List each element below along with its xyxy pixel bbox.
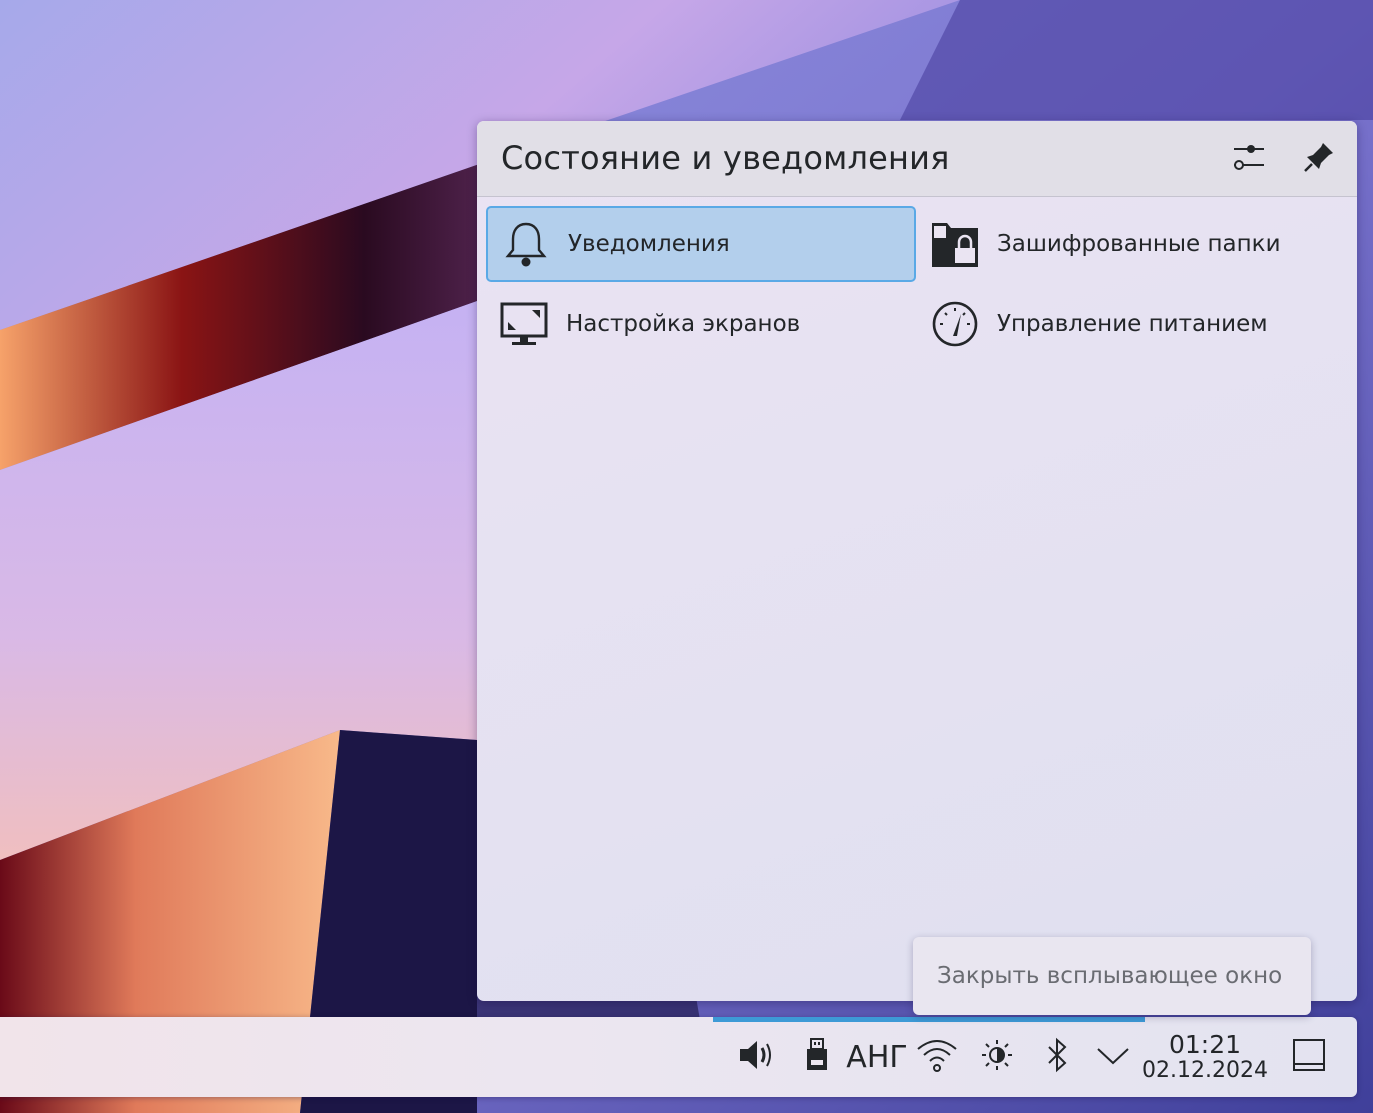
popup-title: Состояние и уведомления bbox=[501, 139, 950, 177]
keyboard-layout-indicator[interactable]: АНГ bbox=[846, 1037, 908, 1077]
brightness-button[interactable] bbox=[978, 1037, 1016, 1077]
configure-sliders-icon bbox=[1232, 140, 1266, 178]
power-gauge-icon bbox=[931, 300, 979, 348]
chevron-down-icon bbox=[1095, 1043, 1131, 1071]
digital-clock[interactable]: 01:21 02.12.2024 bbox=[1140, 1031, 1270, 1083]
pin-button[interactable] bbox=[1299, 139, 1339, 179]
bell-icon bbox=[502, 220, 550, 268]
tile-label: Управление питанием bbox=[997, 311, 1268, 337]
taskbar-panel: АНГ 01:21 02.12.2024 bbox=[0, 1017, 1357, 1097]
brightness-icon bbox=[980, 1038, 1014, 1076]
tile-power-management[interactable]: Управление питанием bbox=[917, 286, 1347, 362]
display-icon bbox=[500, 300, 548, 348]
show-desktop-button[interactable] bbox=[1289, 1037, 1329, 1077]
tile-notifications[interactable]: Уведомления bbox=[486, 206, 916, 282]
configure-button[interactable] bbox=[1229, 139, 1269, 179]
popup-header: Состояние и уведомления bbox=[477, 121, 1357, 197]
usb-drive-icon bbox=[805, 1038, 829, 1076]
bluetooth-button[interactable] bbox=[1042, 1037, 1072, 1077]
close-popup-tooltip: Закрыть всплывающее окно bbox=[913, 937, 1311, 1015]
clock-time: 01:21 bbox=[1168, 1030, 1242, 1059]
tile-label: Настройка экранов bbox=[566, 311, 801, 337]
tile-display-configuration[interactable]: Настройка экранов bbox=[486, 286, 916, 362]
encrypted-folder-icon bbox=[931, 220, 979, 268]
expanded-tray-indicator bbox=[713, 1017, 1145, 1022]
network-button[interactable] bbox=[916, 1037, 958, 1077]
volume-icon bbox=[737, 1037, 775, 1077]
tile-label: Зашифрованные папки bbox=[997, 231, 1281, 257]
status-notifications-popup: Состояние и уведомления Уведомления Заши… bbox=[477, 121, 1357, 1001]
tile-encrypted-folders[interactable]: Зашифрованные папки bbox=[917, 206, 1347, 282]
removable-devices-button[interactable] bbox=[800, 1037, 834, 1077]
tile-label: Уведомления bbox=[568, 231, 730, 257]
volume-button[interactable] bbox=[736, 1037, 776, 1077]
bluetooth-icon bbox=[1045, 1037, 1069, 1077]
clock-date: 02.12.2024 bbox=[1142, 1058, 1268, 1083]
expand-tray-button[interactable] bbox=[1094, 1037, 1132, 1077]
show-desktop-icon bbox=[1292, 1038, 1326, 1076]
wifi-icon bbox=[916, 1037, 958, 1077]
pin-icon bbox=[1303, 141, 1335, 177]
